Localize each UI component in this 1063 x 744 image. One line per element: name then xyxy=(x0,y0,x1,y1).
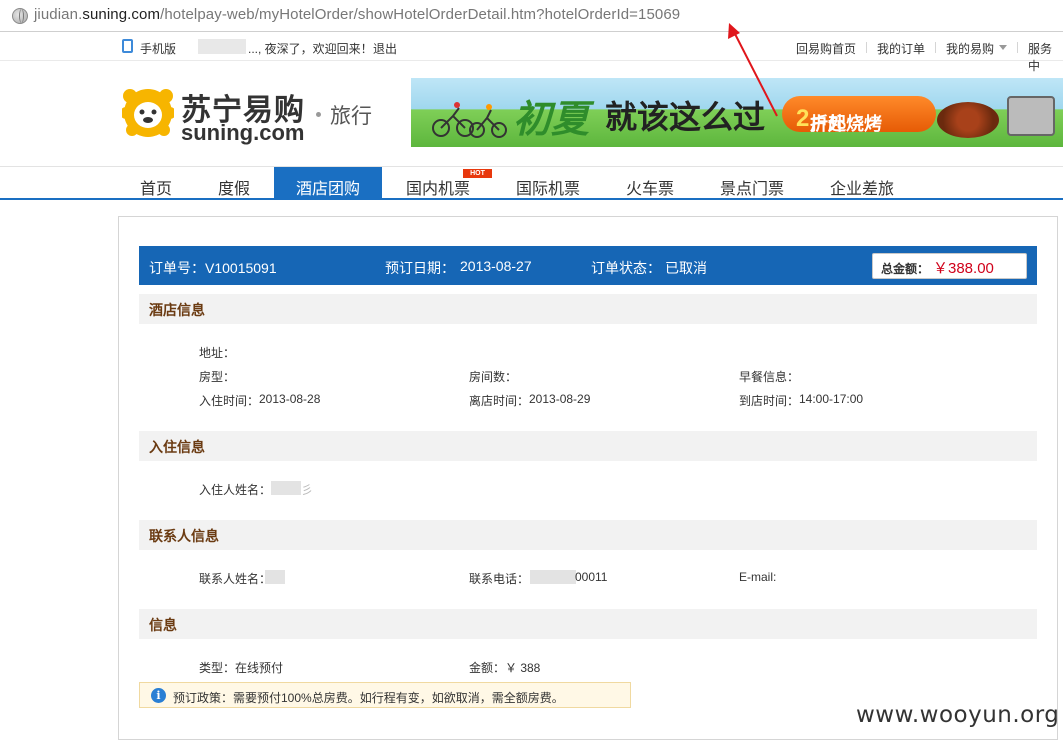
watermark: www.wooyun.org xyxy=(856,702,1060,728)
masked-guest-name xyxy=(271,481,301,495)
address-label: 地址： xyxy=(199,346,236,360)
nav-item-vacation[interactable]: 度假 xyxy=(218,175,250,199)
banner-main-text: 就该这么过 xyxy=(605,98,766,136)
hot-badge: HOT xyxy=(463,169,492,178)
contact-info-header: 联系人信息 xyxy=(139,520,1037,550)
sub-brand: 旅行 xyxy=(330,105,372,128)
hotel-info-header: 酒店信息 xyxy=(139,294,1037,324)
nav-item-attraction-tickets[interactable]: 景点门票 xyxy=(720,175,784,199)
order-summary-bar: 订单号：V10015091 预订日期： 2013-08-27 订单状态： 已取消… xyxy=(139,246,1037,285)
banner-promo-pill[interactable]: 户外烧烤 2 折起 xyxy=(782,96,936,134)
top-utility-bar: 手机版 ..., 夜深了，欢迎回来！ 退出 回易购首页 我的订单 我的易购 服务… xyxy=(0,33,1063,73)
masked-phone xyxy=(530,570,576,584)
promo-number: 2 xyxy=(796,105,810,132)
breakfast-label: 早餐信息： xyxy=(739,370,800,384)
logout-link[interactable]: 退出 xyxy=(373,40,397,57)
promo-banner[interactable]: 初夏 就该这么过 户外烧烤 2 折起 xyxy=(411,78,1063,147)
checkout-date: 2013-08-29 xyxy=(529,392,591,406)
contact-name-label: 联系人姓名： xyxy=(199,572,272,586)
contact-phone-label: 联系电话： xyxy=(469,572,530,586)
mobile-link[interactable]: 手机版 xyxy=(140,40,176,57)
nav-item-domestic-flights[interactable]: 国内机票 xyxy=(406,175,470,199)
amount-label: 金额： xyxy=(469,661,506,675)
total-amount: ￥388.00 xyxy=(933,260,994,277)
address-bar[interactable]: jiudian.suning.com/hotelpay-web/myHotelO… xyxy=(0,0,1063,32)
lion-logo-icon[interactable] xyxy=(122,86,174,138)
my-orders-link[interactable]: 我的订单 xyxy=(877,40,925,57)
nav-item-international-flights[interactable]: 国际机票 xyxy=(516,175,580,199)
divider xyxy=(1017,42,1018,53)
payment-type: 在线预付 xyxy=(235,661,284,675)
nav-item-business-travel[interactable]: 企业差旅 xyxy=(830,175,894,199)
welcome-text: ..., 夜深了，欢迎回来！ xyxy=(248,42,373,56)
order-date: 2013-08-27 xyxy=(460,258,532,274)
email-label: E-mail: xyxy=(739,570,777,584)
room-type-label: 房型： xyxy=(199,370,236,384)
globe-icon xyxy=(12,8,28,24)
nav-item-label: 酒店团购 xyxy=(296,181,361,198)
nav-item-train-tickets[interactable]: 火车票 xyxy=(626,175,674,199)
masked-contact-name xyxy=(265,570,285,584)
section-title: 酒店信息 xyxy=(149,302,205,318)
cyclists-icon xyxy=(432,102,507,138)
masked-username xyxy=(198,39,246,54)
section-title: 信息 xyxy=(149,617,177,633)
divider xyxy=(866,42,867,53)
amount-value: ￥ 388 xyxy=(505,661,541,675)
barbecue-food-icon xyxy=(937,102,999,138)
section-title: 联系人信息 xyxy=(149,528,219,544)
url-path: /hotelpay-web/myHotelOrder/showHotelOrde… xyxy=(160,6,681,23)
divider xyxy=(935,42,936,53)
checkin-date: 2013-08-28 xyxy=(259,392,321,406)
policy-text: 预订政策：需要预付100%总房费。如行程有变，如欲取消，需全额房费。 xyxy=(173,691,564,705)
url-host-main: suning.com xyxy=(82,6,161,23)
home-link[interactable]: 回易购首页 xyxy=(796,40,856,57)
order-number: 订单号：V10015091 xyxy=(149,260,277,276)
banner-cursive-text: 初夏 xyxy=(513,96,590,141)
checkin-label: 入住时间： xyxy=(199,394,260,408)
logo-dot xyxy=(316,112,321,117)
guest-name-tail: 彡 xyxy=(301,483,314,497)
chevron-down-icon[interactable] xyxy=(999,45,1007,50)
checkout-label: 离店时间： xyxy=(469,394,530,408)
url-host-prefix: jiudian. xyxy=(34,6,83,23)
guest-name-label: 入住人姓名： xyxy=(199,483,272,497)
payment-info-header: 信息 xyxy=(139,609,1037,639)
payment-type-label: 类型： xyxy=(199,661,236,675)
nav-item-hotel-group-buy[interactable]: 酒店团购 xyxy=(274,167,382,200)
contact-phone-tail: 00011 xyxy=(575,570,608,584)
info-icon: i xyxy=(151,688,166,703)
promo-suffix: 折起 xyxy=(810,114,846,134)
main-nav: 首页 度假 酒店团购 国内机票 HOT 国际机票 火车票 景点门票 企业差旅 xyxy=(0,166,1063,200)
service-link[interactable]: 服务中 xyxy=(1028,40,1063,74)
logo-english[interactable]: suning.com xyxy=(181,120,304,146)
order-status: 已取消 xyxy=(665,260,707,276)
total-amount-box: 总金额： ￥388.00 xyxy=(872,253,1027,279)
booking-policy-note: i 预订政策：需要预付100%总房费。如行程有变，如欲取消，需全额房费。 xyxy=(139,682,631,708)
url-text[interactable]: jiudian.suning.com/hotelpay-web/myHotelO… xyxy=(34,6,680,23)
my-suning-link[interactable]: 我的易购 xyxy=(946,40,994,57)
grill-icon xyxy=(1007,96,1055,136)
order-status-label: 订单状态： xyxy=(591,260,661,276)
total-label: 总金额： xyxy=(881,262,930,276)
nav-item-home[interactable]: 首页 xyxy=(140,175,172,199)
phone-icon xyxy=(122,39,133,53)
arrival-label: 到店时间： xyxy=(739,394,800,408)
arrival-time: 14:00-17:00 xyxy=(799,392,864,406)
guest-info-header: 入住信息 xyxy=(139,431,1037,461)
room-count-label: 房间数： xyxy=(469,370,518,384)
order-date-label: 预订日期： xyxy=(385,260,455,276)
section-title: 入住信息 xyxy=(149,439,205,455)
